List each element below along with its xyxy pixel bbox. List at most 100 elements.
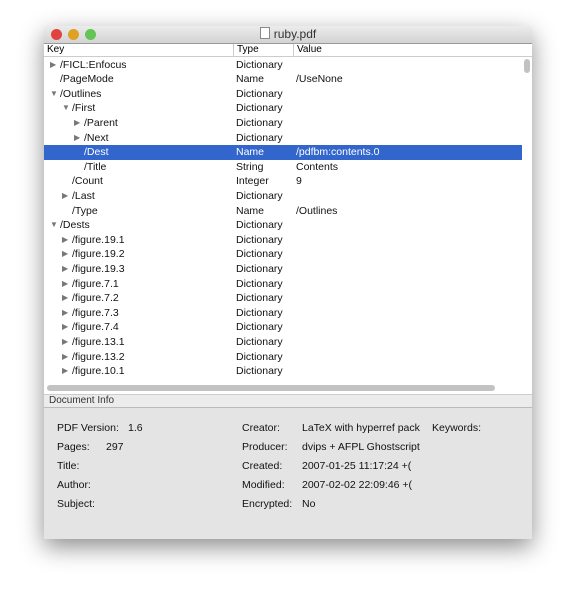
creator-value: LaTeX with hyperref pack	[302, 422, 420, 434]
row-type: Dictionary	[236, 116, 283, 129]
disclosure-collapsed-icon[interactable]: ▶	[50, 58, 56, 73]
row-key: /figure.7.1	[72, 277, 119, 290]
row-value: /Outlines	[296, 204, 338, 217]
disclosure-collapsed-icon[interactable]: ▶	[62, 277, 68, 292]
minimize-button[interactable]	[68, 29, 79, 40]
row-key: /figure.13.2	[72, 350, 125, 363]
keywords-label: Keywords:	[432, 422, 482, 434]
tree-row[interactable]: ▶ /Last Dictionary	[44, 189, 522, 204]
title-label: Title:	[57, 460, 80, 472]
row-key: /Outlines	[60, 87, 102, 100]
row-key: /figure.19.3	[72, 262, 125, 275]
tree-row[interactable]: ▶ /figure.19.2 Dictionary	[44, 247, 522, 262]
modified-label: Modified:	[242, 479, 285, 491]
tree-row[interactable]: /Title String Contents	[44, 160, 522, 175]
row-type: Dictionary	[236, 335, 283, 348]
tree-row[interactable]: ▶ /figure.7.1 Dictionary	[44, 277, 522, 292]
row-key: /figure.19.2	[72, 248, 125, 261]
disclosure-collapsed-icon[interactable]: ▶	[62, 306, 68, 321]
row-type: Dictionary	[236, 292, 283, 305]
column-value[interactable]: Value	[293, 44, 322, 56]
tree-row[interactable]: ▶ /figure.13.2 Dictionary	[44, 350, 522, 365]
disclosure-collapsed-icon[interactable]: ▶	[62, 189, 68, 204]
zoom-button[interactable]	[85, 29, 96, 40]
disclosure-collapsed-icon[interactable]: ▶	[62, 364, 68, 379]
tree-row[interactable]: /PageMode Name/UseNone	[44, 72, 522, 87]
author-label: Author:	[57, 479, 91, 491]
tree-row[interactable]: ▶ /Next Dictionary	[44, 131, 522, 146]
row-key: /PageMode	[60, 73, 114, 86]
row-key: /figure.7.4	[72, 321, 119, 334]
tree-row[interactable]: ▶ /figure.19.3 Dictionary	[44, 262, 522, 277]
tree-row[interactable]: ▶ /figure.10.1 Dictionary	[44, 364, 522, 379]
row-key: /Dests	[60, 219, 90, 232]
row-key: /Last	[72, 189, 95, 202]
column-type[interactable]: Type	[233, 44, 259, 56]
close-button[interactable]	[51, 29, 62, 40]
row-type: Name	[236, 204, 265, 217]
tree-row[interactable]: ▶ /figure.7.2 Dictionary	[44, 291, 522, 306]
disclosure-collapsed-icon[interactable]: ▶	[74, 131, 80, 146]
disclosure-collapsed-icon[interactable]: ▶	[62, 262, 68, 277]
row-key: /figure.19.1	[72, 233, 125, 246]
column-header: Key Type Value	[44, 44, 532, 57]
tree-row[interactable]: ▶ /figure.7.3 Dictionary	[44, 306, 522, 321]
row-key: /figure.7.3	[72, 306, 119, 319]
disclosure-collapsed-icon[interactable]: ▶	[62, 320, 68, 335]
encrypted-label: Encrypted:	[242, 498, 293, 510]
row-type: Dictionary	[236, 58, 283, 71]
row-type: Integer	[236, 175, 269, 188]
row-type: Dictionary	[236, 365, 283, 378]
disclosure-expanded-icon[interactable]: ▼	[62, 101, 70, 116]
horizontal-scroll-thumb[interactable]	[47, 385, 495, 391]
row-value: /pdfbm:contents.0	[296, 146, 380, 159]
disclosure-collapsed-icon[interactable]: ▶	[62, 247, 68, 262]
tree-row[interactable]: ▼/Dests Dictionary	[44, 218, 522, 233]
column-key[interactable]: Key	[44, 44, 64, 56]
tree-row[interactable]: ▶ /figure.13.1 Dictionary	[44, 335, 522, 350]
window-title: ruby.pdf	[273, 27, 317, 41]
title-bar[interactable]: ruby.pdf	[44, 26, 532, 44]
object-tree[interactable]: ▶ /FICL:Enfocus Dictionary/PageMode Name/Us…	[44, 57, 522, 383]
row-value: /UseNone	[296, 73, 343, 86]
pdf-window: ruby.pdf Key Type Value ▶ /FICL:Enfocus Di…	[44, 26, 532, 539]
disclosure-collapsed-icon[interactable]: ▶	[62, 350, 68, 365]
creator-label: Creator:	[242, 422, 280, 434]
row-type: Dictionary	[236, 350, 283, 363]
tree-row[interactable]: ▼/Outlines Dictionary	[44, 87, 522, 102]
disclosure-expanded-icon[interactable]: ▼	[50, 87, 58, 102]
disclosure-collapsed-icon[interactable]: ▶	[62, 291, 68, 306]
vertical-scroll-thumb[interactable]	[524, 59, 530, 73]
row-type: Dictionary	[236, 219, 283, 232]
row-type: Dictionary	[236, 131, 283, 144]
horizontal-scrollbar[interactable]	[44, 383, 532, 394]
document-info-label: Document Info	[44, 394, 532, 408]
row-type: Dictionary	[236, 262, 283, 275]
created-value: 2007-01-25 11:17:24 +(	[302, 460, 412, 472]
tree-row[interactable]: ▼/First Dictionary	[44, 101, 522, 116]
tree-row[interactable]: /Dest Name/pdfbm:contents.0	[44, 145, 522, 160]
disclosure-collapsed-icon[interactable]: ▶	[74, 116, 80, 131]
row-key: /Dest	[84, 146, 109, 159]
encrypted-value: No	[302, 498, 316, 510]
row-type: Dictionary	[236, 102, 283, 115]
row-type: Dictionary	[236, 321, 283, 334]
disclosure-collapsed-icon[interactable]: ▶	[62, 233, 68, 248]
row-type: Name	[236, 73, 265, 86]
tree-row[interactable]: ▶ /FICL:Enfocus Dictionary	[44, 58, 522, 73]
tree-row[interactable]: ▶ /figure.7.4 Dictionary	[44, 320, 522, 335]
tree-row[interactable]: ▶ /Parent Dictionary	[44, 116, 522, 131]
row-key: /figure.10.1	[72, 365, 125, 378]
tree-row[interactable]: ▶ /figure.19.1 Dictionary	[44, 233, 522, 248]
row-key: /First	[72, 102, 96, 115]
row-type: Dictionary	[236, 233, 283, 246]
vertical-scrollbar[interactable]	[522, 57, 532, 383]
producer-value: dvips + AFPL Ghostscript	[302, 441, 420, 453]
row-type: String	[236, 160, 264, 173]
tree-row[interactable]: /Count Integer 9	[44, 174, 522, 189]
disclosure-collapsed-icon[interactable]: ▶	[62, 335, 68, 350]
pdf-version-value: 1.6	[128, 422, 143, 434]
disclosure-expanded-icon[interactable]: ▼	[50, 218, 58, 233]
row-value: Contents	[296, 160, 339, 173]
tree-row[interactable]: /Type Name/Outlines	[44, 204, 522, 219]
